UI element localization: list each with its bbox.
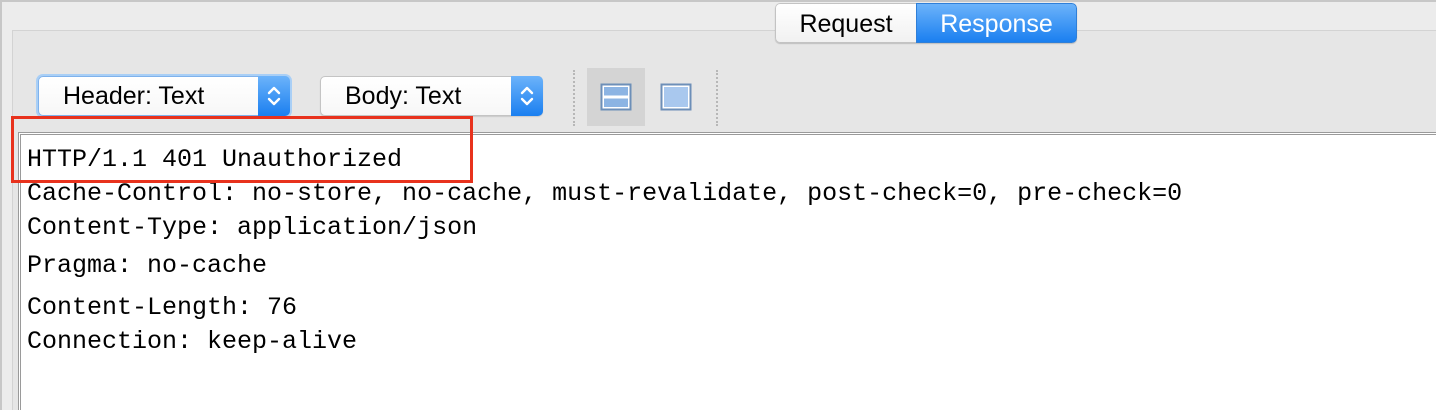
body-format-select[interactable]: Body: Text [320, 76, 543, 116]
header-line-content-length: Content-Length: 76 [27, 293, 298, 322]
tab-request[interactable]: Request [775, 3, 916, 43]
header-format-select[interactable]: Header: Text [38, 76, 290, 116]
single-view-button[interactable] [647, 68, 705, 126]
header-format-label: Header: Text [63, 82, 205, 110]
chevron-up-down-icon[interactable] [511, 76, 543, 116]
highlight-annotation-box [11, 116, 473, 183]
single-view-icon [660, 83, 692, 111]
toolbar-divider [573, 70, 575, 126]
toolbar-divider [716, 70, 718, 126]
header-line-content-type: Content-Type: application/json [27, 213, 478, 242]
header-line-connection: Connection: keep-alive [27, 327, 358, 356]
chevron-up-down-icon[interactable] [258, 76, 290, 116]
header-line-cache-control: Cache-Control: no-store, no-cache, must-… [27, 179, 1183, 208]
split-view-button[interactable] [587, 68, 645, 126]
split-view-icon [600, 83, 632, 111]
tab-response[interactable]: Response [916, 3, 1077, 43]
body-format-label: Body: Text [345, 82, 462, 110]
header-line-pragma: Pragma: no-cache [27, 251, 268, 280]
request-response-tabs: Request Response [775, 3, 1077, 43]
